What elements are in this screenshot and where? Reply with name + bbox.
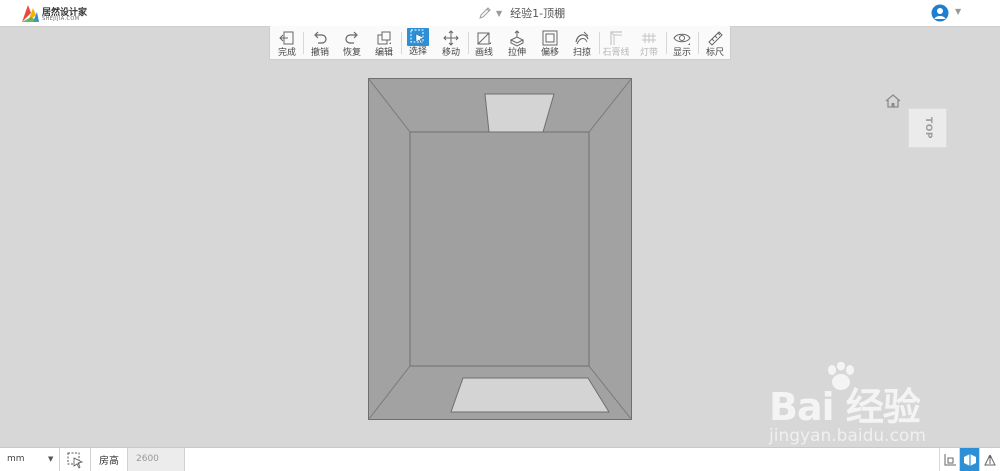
- roam-view-button[interactable]: [979, 448, 999, 471]
- top-bar: 居然设计家 SHEJIJIA.COM ▼ 经验1-顶棚 ▼: [0, 0, 1000, 27]
- document-title: 经验1-顶棚: [510, 7, 566, 20]
- toolbar-divider: [303, 32, 304, 54]
- select-icon-box: [407, 28, 429, 46]
- sweep-label: 扫掠: [572, 48, 591, 58]
- edit-button[interactable]: 编辑: [370, 28, 398, 58]
- display-button[interactable]: 显示: [668, 28, 696, 58]
- home-icon[interactable]: [885, 94, 901, 108]
- edit-toolbar: 完成 撤销 恢复 编辑 选择 移动 画线 拉伸 偏移 扫掠 石膏线 灯带 显示 …: [269, 26, 731, 60]
- baidu-jingyan-watermark: Bai 经验 jingyan.baidu.com: [765, 362, 985, 452]
- select-button[interactable]: 选择: [404, 28, 432, 58]
- ruler-label: 标尺: [705, 48, 724, 58]
- 3d-view-button[interactable]: [959, 448, 979, 471]
- ceiling-inner-panel: [409, 131, 590, 367]
- pencil-icon[interactable]: [478, 6, 492, 20]
- room-height-label: 房高: [99, 456, 119, 467]
- extrude-button[interactable]: 拉伸: [503, 28, 531, 58]
- unit-select[interactable]: mm ▼: [0, 448, 60, 471]
- molding-icon: [610, 31, 622, 45]
- select-label: 选择: [408, 47, 427, 57]
- unit-value: mm: [7, 454, 25, 464]
- edit-icon: [377, 31, 391, 45]
- redo-button[interactable]: 恢复: [338, 28, 366, 58]
- offset-icon: [542, 30, 558, 46]
- ceiling-opening-top: [484, 93, 555, 133]
- logo-domain: SHEJIJIA.COM: [42, 16, 80, 22]
- display-label: 显示: [672, 48, 691, 58]
- move-icon: [443, 30, 459, 46]
- 2d-view-button[interactable]: [939, 448, 959, 471]
- 3d-view-icon: [963, 453, 976, 466]
- redo-icon: [345, 31, 358, 44]
- ruler-button[interactable]: 标尺: [701, 28, 729, 58]
- offset-button[interactable]: 偏移: [536, 28, 564, 58]
- toolbar-divider: [666, 32, 667, 54]
- extrude-label: 拉伸: [507, 48, 526, 58]
- toolbar-divider: [599, 32, 600, 54]
- molding-label: 石膏线: [602, 48, 630, 58]
- watermark-brand: Bai 经验: [769, 385, 921, 429]
- draw-line-button[interactable]: 画线: [470, 28, 498, 58]
- exit-icon: [279, 31, 294, 45]
- extrude-icon: [509, 30, 525, 47]
- logo-mark-icon: [22, 5, 39, 22]
- light-strip-label: 灯带: [639, 48, 658, 58]
- chevron-down-icon[interactable]: ▼: [496, 9, 502, 18]
- redo-label: 恢复: [342, 48, 361, 58]
- offset-label: 偏移: [540, 48, 559, 58]
- view-cube-label: TOP: [922, 117, 933, 139]
- toolbar-divider: [468, 32, 469, 54]
- draw-line-icon: [477, 32, 491, 45]
- user-avatar-icon[interactable]: [931, 4, 949, 22]
- room-height-value: 2600: [136, 454, 159, 464]
- light-strip-icon: [642, 33, 656, 43]
- light-strip-button[interactable]: 灯带: [635, 28, 663, 58]
- undo-label: 撤销: [310, 48, 329, 58]
- 2d-view-icon: [944, 453, 956, 465]
- status-bar: mm ▼ 房高 2600: [0, 447, 1000, 471]
- finish-label: 完成: [277, 48, 296, 58]
- view-cube[interactable]: TOP: [908, 108, 947, 148]
- user-menu-chevron-icon[interactable]: ▼: [955, 7, 961, 16]
- ruler-icon: [708, 31, 723, 46]
- room-height-input[interactable]: 2600: [127, 448, 185, 471]
- sweep-button[interactable]: 扫掠: [568, 28, 596, 58]
- roam-view-icon: [983, 454, 996, 465]
- finish-button[interactable]: 完成: [273, 28, 301, 58]
- toolbar-divider: [401, 32, 402, 54]
- molding-button[interactable]: 石膏线: [602, 28, 630, 58]
- chevron-down-icon: ▼: [48, 455, 54, 463]
- box-select-icon: [67, 452, 84, 469]
- toolbar-divider: [698, 32, 699, 54]
- app-logo[interactable]: 居然设计家 SHEJIJIA.COM: [20, 3, 100, 23]
- edit-label: 编辑: [374, 48, 393, 58]
- watermark-url: jingyan.baidu.com: [769, 426, 926, 446]
- ceiling-opening-bottom: [450, 377, 610, 413]
- box-select-button[interactable]: [60, 448, 91, 471]
- move-label: 移动: [441, 48, 460, 58]
- eye-icon: [673, 33, 691, 45]
- document-title-area[interactable]: ▼ 经验1-顶棚: [478, 5, 565, 21]
- draw-line-label: 画线: [474, 48, 493, 58]
- ceiling-model-top-view[interactable]: [368, 78, 632, 420]
- select-cursor-icon: [410, 29, 425, 45]
- undo-button[interactable]: 撤销: [306, 28, 334, 58]
- undo-icon: [314, 31, 327, 44]
- move-button[interactable]: 移动: [437, 28, 465, 58]
- sweep-icon: [575, 31, 589, 45]
